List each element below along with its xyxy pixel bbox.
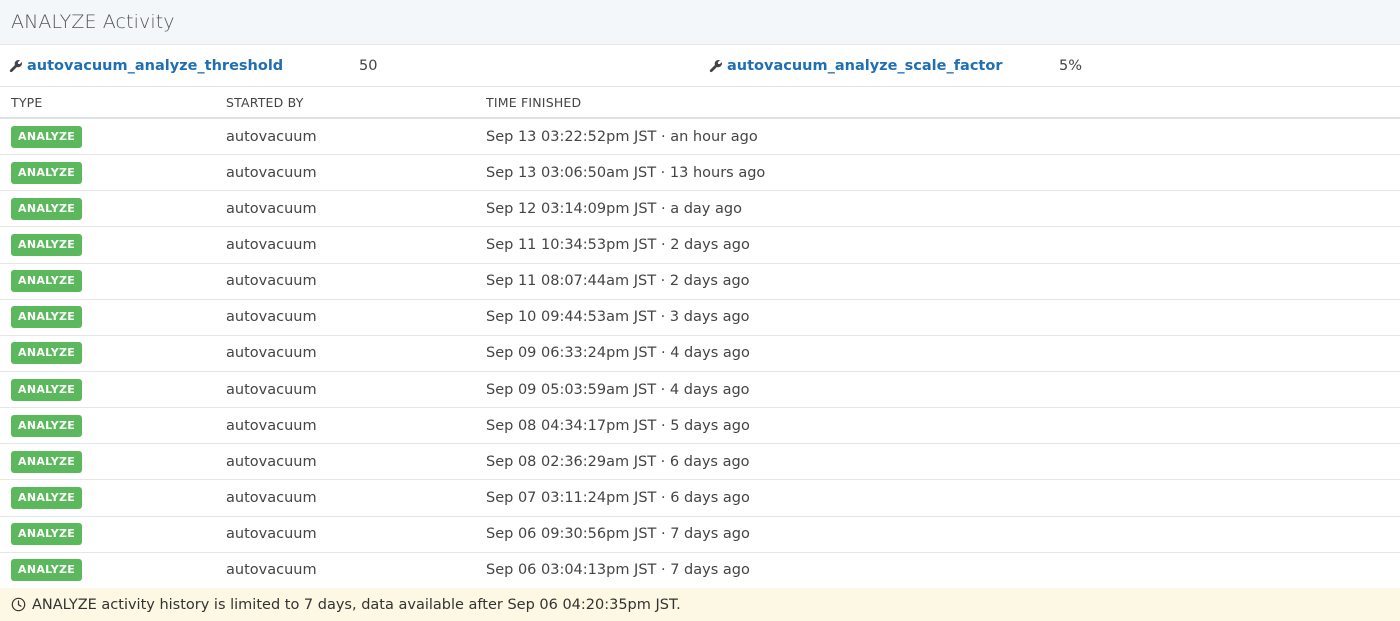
time-finished-cell: Sep 13 03:06:50am JST · 13 hours ago [486,164,766,181]
time-finished-cell: Sep 06 03:04:13pm JST · 7 days ago [486,562,750,579]
table-row: ANALYZE autovacuum Sep 08 04:34:17pm JST ·… [0,408,1400,445]
column-header-time-finished: TIME FINISHED [486,95,582,110]
time-finished-cell: Sep 08 02:36:29am JST · 6 days ago [486,453,750,470]
started-by-cell: autovacuum [226,417,317,434]
time-finished-cell: Sep 09 05:03:59am JST · 4 days ago [486,381,750,398]
table-row: ANALYZE autovacuum Sep 09 05:03:59am JST ·… [0,372,1400,409]
table-row: ANALYZE autovacuum Sep 06 03:04:13pm JST ·… [0,553,1400,589]
type-badge: ANALYZE [11,450,83,473]
clock-icon [11,597,26,612]
started-by-cell: autovacuum [226,128,317,145]
started-by-cell: autovacuum [226,381,317,398]
wrench-icon [9,59,23,72]
table-row: ANALYZE autovacuum Sep 09 06:33:24pm JST ·… [0,336,1400,372]
setting-value: 50 [359,57,378,74]
table-header: TYPE STARTED BY TIME FINISHED [0,87,1400,119]
type-badge: ANALYZE [11,125,83,148]
started-by-cell: autovacuum [226,273,317,290]
setting-name-link[interactable]: autovacuum_analyze_scale_factor [727,58,1002,74]
time-finished-cell: Sep 08 04:34:17pm JST · 5 days ago [486,417,750,434]
started-by-cell: autovacuum [226,164,317,181]
table-row: ANALYZE autovacuum Sep 06 09:30:56pm JST ·… [0,517,1400,553]
started-by-cell: autovacuum [226,489,317,506]
type-badge: ANALYZE [11,559,83,582]
table-row: ANALYZE autovacuum Sep 13 03:06:50am JST ·… [0,155,1400,192]
time-finished-cell: Sep 13 03:22:52pm JST · an hour ago [486,128,758,145]
panel-header: ANALYZE Activity [0,0,1400,45]
time-finished-cell: Sep 12 03:14:09pm JST · a day ago [486,200,742,217]
time-finished-cell: Sep 11 10:34:53pm JST · 2 days ago [486,236,750,253]
panel-title: ANALYZE Activity [11,11,175,33]
table-row: ANALYZE autovacuum Sep 11 10:34:53pm JST ·… [0,227,1400,264]
time-finished-cell: Sep 09 06:33:24pm JST · 4 days ago [486,345,750,362]
table-row: ANALYZE autovacuum Sep 13 03:22:52pm JST ·… [0,119,1400,156]
type-badge: ANALYZE [11,161,83,184]
time-finished-cell: Sep 06 09:30:56pm JST · 7 days ago [486,526,750,543]
type-badge: ANALYZE [11,523,83,546]
table-row: ANALYZE autovacuum Sep 08 02:36:29am JST ·… [0,444,1400,481]
type-badge: ANALYZE [11,270,83,293]
table-row: ANALYZE autovacuum Sep 11 08:07:44am JST ·… [0,264,1400,300]
type-badge: ANALYZE [11,486,83,509]
time-finished-cell: Sep 10 09:44:53am JST · 3 days ago [486,309,750,326]
column-header-type: TYPE [11,95,43,110]
started-by-cell: autovacuum [226,236,317,253]
table-row: ANALYZE autovacuum Sep 12 03:14:09pm JST ·… [0,191,1400,228]
analyze-activity-panel: ANALYZE Activity autovacuum_analyze_thre… [0,0,1400,621]
activity-table-body: ANALYZE autovacuum Sep 13 03:22:52pm JST ·… [0,119,1400,589]
started-by-cell: autovacuum [226,562,317,579]
started-by-cell: autovacuum [226,453,317,470]
setting-analyze-threshold: autovacuum_analyze_threshold [9,45,283,86]
time-finished-cell: Sep 11 08:07:44am JST · 2 days ago [486,273,750,290]
table-row: ANALYZE autovacuum Sep 10 09:44:53am JST ·… [0,300,1400,336]
column-header-started-by: STARTED BY [226,95,304,110]
type-badge: ANALYZE [11,197,83,220]
time-finished-cell: Sep 07 03:11:24pm JST · 6 days ago [486,489,750,506]
started-by-cell: autovacuum [226,200,317,217]
type-badge: ANALYZE [11,306,83,329]
type-badge: ANALYZE [11,378,83,401]
started-by-cell: autovacuum [226,309,317,326]
notice-text: ANALYZE activity history is limited to 7… [32,596,681,613]
setting-value: 5% [1059,57,1083,74]
settings-row: autovacuum_analyze_threshold 50 autovacu… [0,45,1400,87]
type-badge: ANALYZE [11,342,83,365]
history-limit-notice: ANALYZE activity history is limited to 7… [0,588,1400,621]
setting-name-link[interactable]: autovacuum_analyze_threshold [27,58,283,74]
started-by-cell: autovacuum [226,345,317,362]
setting-analyze-scale-factor: autovacuum_analyze_scale_factor [709,45,1002,86]
type-badge: ANALYZE [11,233,83,256]
wrench-icon [709,59,723,72]
type-badge: ANALYZE [11,414,83,437]
started-by-cell: autovacuum [226,526,317,543]
table-row: ANALYZE autovacuum Sep 07 03:11:24pm JST ·… [0,480,1400,517]
